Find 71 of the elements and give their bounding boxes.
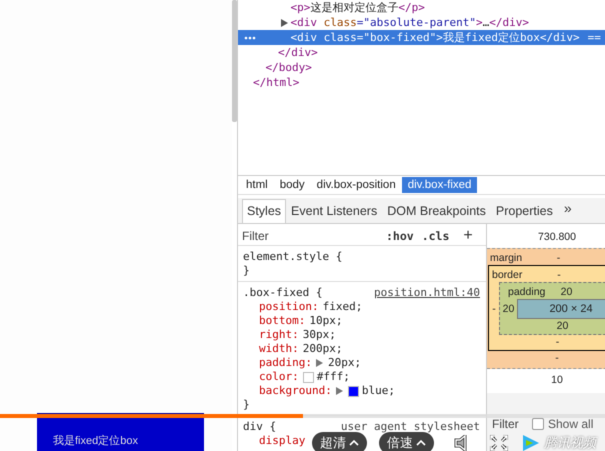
rule-brace: } — [243, 398, 251, 412]
filter-field[interactable]: Filter — [238, 229, 378, 243]
tab[interactable]: Event Listeners — [286, 199, 382, 223]
box-label: padding — [508, 286, 546, 298]
fullscreen-icon[interactable] — [490, 435, 508, 451]
tab[interactable]: DOM Breakpoints — [382, 199, 491, 223]
box-label: border — [492, 268, 522, 280]
position-value: 730.800 — [538, 231, 576, 243]
border-value: - — [491, 302, 497, 314]
css-property-value: 20px; — [328, 356, 362, 370]
dom-node[interactable]: <div class="box-fixed">我是fixed定位box</div> — [290, 30, 580, 45]
source-label: user agent stylesheet — [340, 420, 480, 434]
speed-button[interactable]: 倍速 — [379, 432, 434, 451]
progress-track[interactable] — [0, 414, 605, 418]
breadcrumb-item[interactable]: div.box-fixed — [402, 177, 478, 193]
position-value: 10 — [551, 374, 563, 386]
css-property-value: #fff; — [316, 370, 350, 384]
source-link[interactable]: position.html:40 — [374, 286, 480, 300]
css-property-name: background: — [259, 384, 332, 398]
color-swatch[interactable] — [302, 372, 314, 382]
more-tabs-button[interactable]: » — [558, 197, 578, 223]
css-selector: .box-fixed { — [243, 286, 322, 300]
dom-node[interactable]: <div class="absolute-parent">…</div> — [290, 15, 529, 30]
margin-value: - — [556, 252, 560, 264]
css-property-name: right: — [259, 328, 299, 342]
margin-value: - — [555, 352, 559, 364]
css-property-value: blue; — [362, 384, 395, 398]
rule-brace: } — [243, 264, 251, 278]
tab[interactable]: Properties — [490, 199, 558, 223]
color-swatch[interactable] — [348, 386, 359, 396]
css-property-value: 10px; — [309, 314, 342, 328]
dom-node[interactable]: <p>这是相对定位盒子</p> — [290, 0, 425, 15]
hov-toggle[interactable]: :hov — [386, 229, 414, 243]
css-selector: element.style { — [243, 250, 342, 264]
css-property-value: 30px; — [302, 328, 336, 342]
player-logo: 腾讯视频 — [544, 434, 596, 451]
add-rule-button[interactable]: + — [463, 227, 473, 245]
border-value: - — [556, 336, 560, 348]
css-property-name: color: — [259, 370, 299, 384]
dom-node[interactable]: </div> — [278, 45, 318, 60]
padding-value: 20 — [556, 320, 568, 332]
play-logo-icon — [520, 434, 540, 451]
caret-icon — [416, 439, 426, 447]
cls-toggle[interactable]: .cls — [422, 229, 450, 243]
css-property-name: position: — [259, 300, 319, 314]
ellipsis-icon — [244, 36, 256, 40]
checkbox-label: Show all — [548, 417, 594, 431]
caret-icon — [349, 439, 359, 447]
css-selector: div { — [243, 420, 276, 434]
border-value: - — [557, 268, 561, 280]
breadcrumb-item[interactable]: div.box-position — [310, 177, 402, 193]
dom-node[interactable]: </html> — [253, 75, 300, 90]
dom-node[interactable]: </body> — [266, 60, 312, 75]
dom-node-marker: == — [588, 30, 601, 45]
scrollbar-thumb[interactable] — [232, 0, 237, 122]
show-all-checkbox[interactable] — [532, 418, 544, 430]
breadcrumb-item[interactable]: html — [240, 177, 274, 193]
padding-value: 20 — [560, 286, 572, 298]
css-property-name: width: — [259, 342, 299, 356]
quality-button[interactable]: 超清 — [312, 432, 367, 451]
box-label: margin — [490, 252, 522, 264]
filter-field[interactable]: Filter — [487, 416, 532, 432]
css-property-value: 200px; — [302, 342, 342, 356]
padding-value: 20 — [502, 303, 516, 315]
css-property-name: display — [259, 434, 306, 448]
tab[interactable]: Styles — [242, 199, 286, 223]
breadcrumb-item[interactable]: body — [274, 177, 311, 193]
css-property-value: fixed; — [322, 300, 362, 314]
content-box: 200 × 24 — [517, 299, 605, 319]
css-property-name: padding: — [259, 356, 312, 370]
css-property-name: bottom: — [259, 314, 306, 328]
